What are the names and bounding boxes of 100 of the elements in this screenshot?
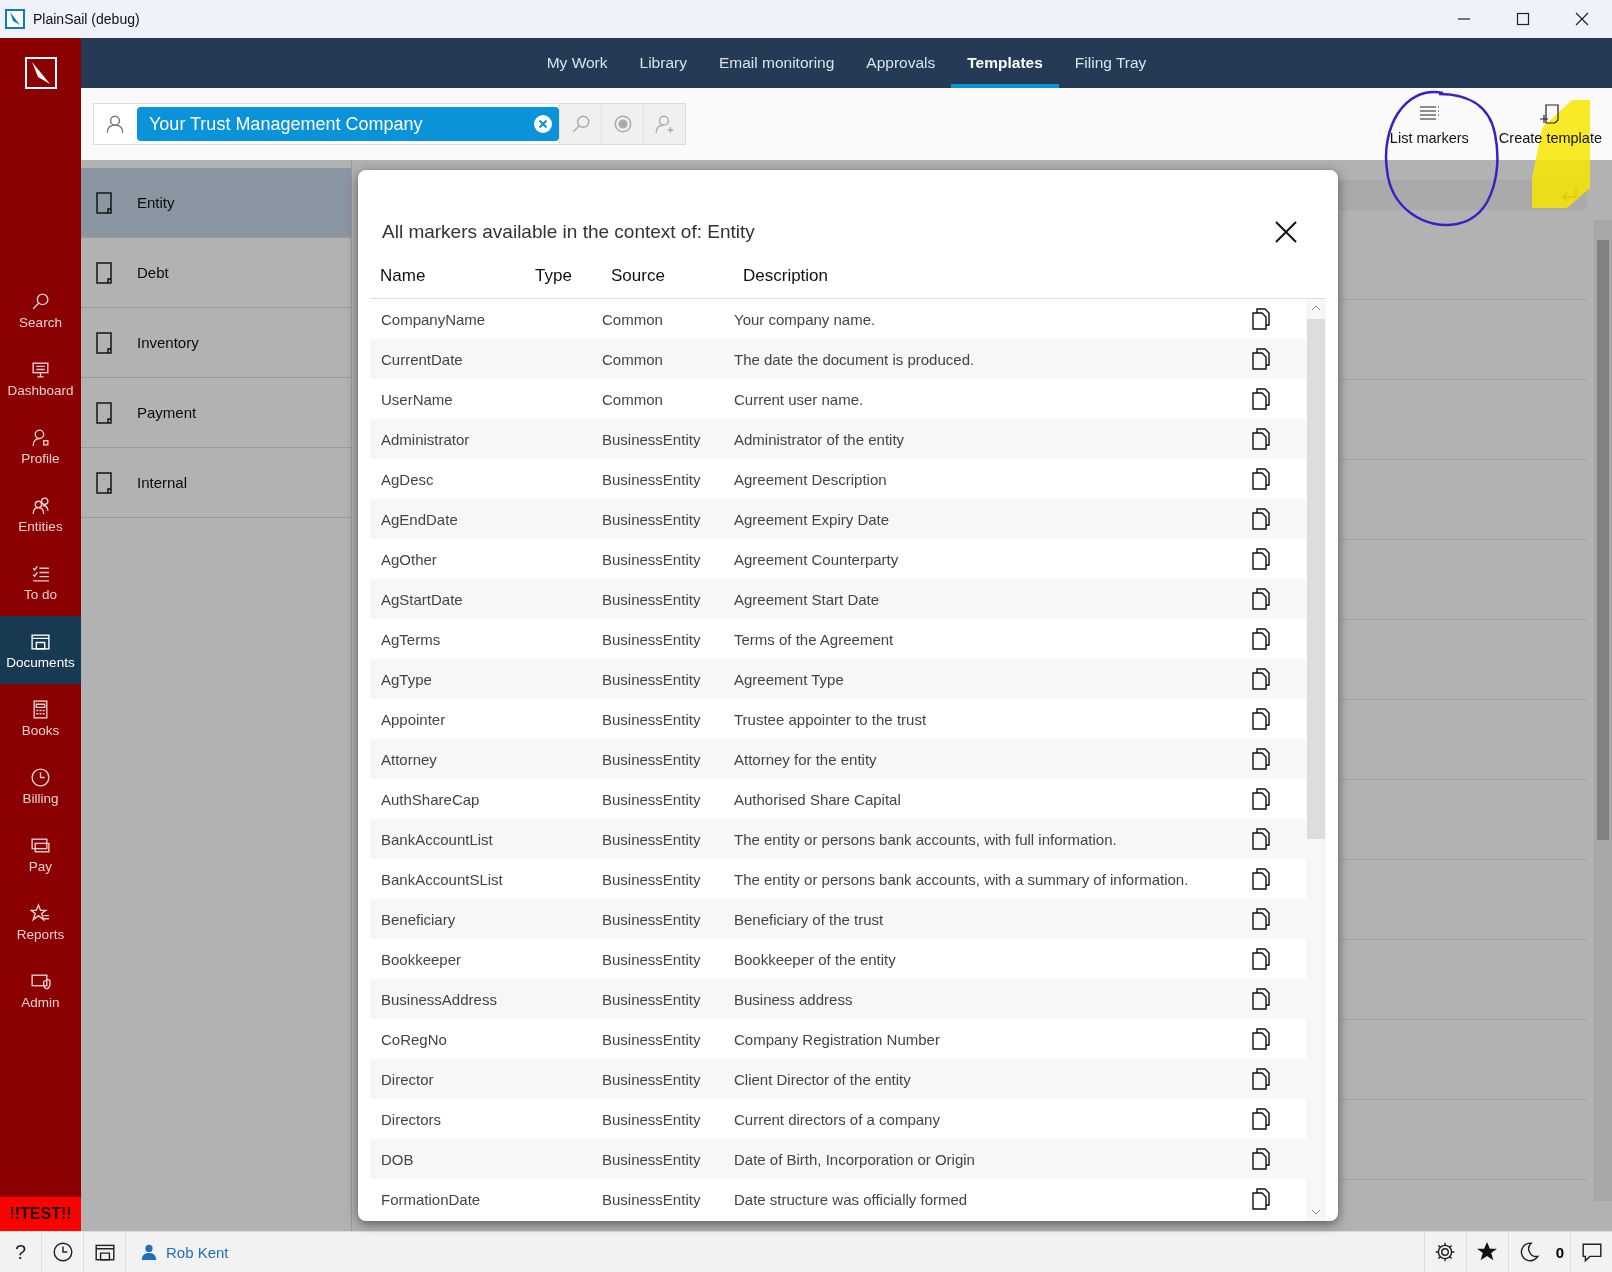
- copy-icon[interactable]: [1252, 868, 1270, 890]
- entity-name: Your Trust Management Company: [149, 113, 423, 135]
- table-cell-text: Attorney for the entity: [734, 750, 878, 768]
- sidebar-item[interactable]: Books: [0, 684, 81, 752]
- template-category[interactable]: Payment: [81, 378, 351, 448]
- sidebar-item[interactable]: Pay: [0, 820, 81, 888]
- copy-icon[interactable]: [1252, 948, 1270, 970]
- nav-tab[interactable]: Library: [623, 38, 703, 88]
- nav-tab[interactable]: Approvals: [850, 38, 952, 88]
- copy-icon[interactable]: [1252, 828, 1270, 850]
- scrollbar[interactable]: [1594, 220, 1612, 1201]
- copy-icon[interactable]: [1252, 908, 1270, 930]
- copy-icon[interactable]: [1252, 1108, 1270, 1130]
- document-icon: [95, 191, 113, 214]
- table-cell-text: CoRegNo: [380, 1030, 448, 1048]
- sidebar-item[interactable]: Billing: [0, 752, 81, 820]
- table-cell-text: BusinessEntity: [602, 830, 702, 848]
- column-header[interactable]: Type: [535, 266, 611, 286]
- table-cell-text: The date the document is produced.: [734, 350, 976, 368]
- sidebar-item[interactable]: Search: [0, 276, 81, 344]
- clear-icon[interactable]: [533, 114, 553, 134]
- copy-icon[interactable]: [1252, 588, 1270, 610]
- table-cell-text: BusinessEntity: [602, 1070, 702, 1088]
- copy-icon[interactable]: [1252, 428, 1270, 450]
- message-count: 0: [1554, 1243, 1565, 1261]
- table-cell-text: Common: [602, 390, 664, 408]
- table-cell-text: Director: [380, 1070, 435, 1088]
- moon-icon: [1518, 1241, 1541, 1263]
- copy-icon[interactable]: [1252, 628, 1270, 650]
- copy-icon[interactable]: [1252, 1188, 1270, 1210]
- scrollbar[interactable]: [1306, 299, 1326, 1221]
- table-cell-text: BusinessEntity: [602, 470, 702, 488]
- copy-icon[interactable]: [1252, 308, 1270, 330]
- help-button[interactable]: ?: [0, 1232, 42, 1272]
- scroll-up-icon[interactable]: [1311, 305, 1321, 311]
- copy-icon[interactable]: [1252, 548, 1270, 570]
- column-header[interactable]: Name: [370, 266, 535, 286]
- template-category[interactable]: Internal: [81, 448, 351, 518]
- table-cell-text: Beneficiary: [380, 910, 457, 928]
- table-cell-text: Common: [602, 310, 664, 328]
- table-cell-text: BusinessEntity: [602, 630, 702, 648]
- table-cell-text: FormationDate: [380, 1190, 482, 1208]
- copy-icon[interactable]: [1252, 508, 1270, 530]
- sidebar-item[interactable]: Entities: [0, 480, 81, 548]
- sidebar-item[interactable]: Dashboard: [0, 344, 81, 412]
- table-cell-text: Attorney: [380, 750, 438, 768]
- table-cell-text: AgDesc: [380, 470, 435, 488]
- close-icon[interactable]: [1575, 12, 1589, 26]
- table-cell-text: AgEndDate: [380, 510, 459, 528]
- table-cell-text: Client Director of the entity: [734, 1070, 912, 1088]
- table-cell-text: Agreement Description: [734, 470, 888, 488]
- nav-tab[interactable]: Filing Tray: [1058, 38, 1163, 88]
- template-category[interactable]: Debt: [81, 238, 351, 308]
- table-cell-text: BusinessEntity: [602, 950, 702, 968]
- close-icon[interactable]: [1274, 220, 1298, 244]
- document-icon: [95, 261, 113, 284]
- copy-icon[interactable]: [1252, 348, 1270, 370]
- copy-icon[interactable]: [1252, 748, 1270, 770]
- template-category[interactable]: Entity: [81, 168, 351, 238]
- column-header[interactable]: Description: [743, 266, 829, 286]
- clock-icon: [51, 1241, 74, 1263]
- table-cell-text: CompanyName: [380, 310, 487, 328]
- sidebar-item[interactable]: Documents: [0, 616, 81, 684]
- nav-tab[interactable]: Email monitoring: [702, 38, 851, 88]
- table-cell-text: BusinessEntity: [602, 790, 702, 808]
- scrollbar-thumb[interactable]: [1597, 240, 1609, 840]
- column-header[interactable]: Source: [611, 266, 743, 286]
- copy-icon[interactable]: [1252, 668, 1270, 690]
- table-cell-text: AgStartDate: [380, 590, 464, 608]
- maximize-icon[interactable]: [1516, 12, 1530, 26]
- copy-icon[interactable]: [1252, 1148, 1270, 1170]
- nav-tab[interactable]: My Work: [530, 38, 624, 88]
- table-cell-text: BusinessEntity: [602, 1190, 702, 1208]
- table-cell-text: Bookkeeper: [380, 950, 463, 968]
- copy-icon[interactable]: [1252, 708, 1270, 730]
- sidebar-item[interactable]: Reports: [0, 888, 81, 956]
- scrollbar-thumb[interactable]: [1307, 319, 1325, 839]
- scroll-down-icon[interactable]: [1311, 1209, 1321, 1215]
- template-category[interactable]: Inventory: [81, 308, 351, 378]
- table-cell-text: Agreement Expiry Date: [734, 510, 891, 528]
- copy-icon[interactable]: [1252, 788, 1270, 810]
- add-person-icon: [653, 113, 676, 135]
- table-cell-text: AuthShareCap: [380, 790, 481, 808]
- copy-icon[interactable]: [1252, 468, 1270, 490]
- list-markers-button[interactable]: List markers: [1381, 102, 1477, 146]
- sidebar-item[interactable]: Profile: [0, 412, 81, 480]
- copy-icon[interactable]: [1252, 1068, 1270, 1090]
- table-cell-text: Current user name.: [734, 390, 865, 408]
- user-button[interactable]: Rob Kent: [126, 1243, 229, 1261]
- sidebar-item[interactable]: To do: [0, 548, 81, 616]
- copy-icon[interactable]: [1252, 988, 1270, 1010]
- copy-icon[interactable]: [1252, 388, 1270, 410]
- table-cell-text: BusinessEntity: [602, 990, 702, 1008]
- table-cell-text: BusinessEntity: [602, 1030, 702, 1048]
- sidebar-item[interactable]: Admin: [0, 956, 81, 1024]
- person-icon: [104, 113, 126, 135]
- table-cell-text: BusinessEntity: [602, 1150, 702, 1168]
- copy-icon[interactable]: [1252, 1028, 1270, 1050]
- table-cell-text: Administrator: [380, 430, 471, 448]
- document-icon: [95, 471, 113, 494]
